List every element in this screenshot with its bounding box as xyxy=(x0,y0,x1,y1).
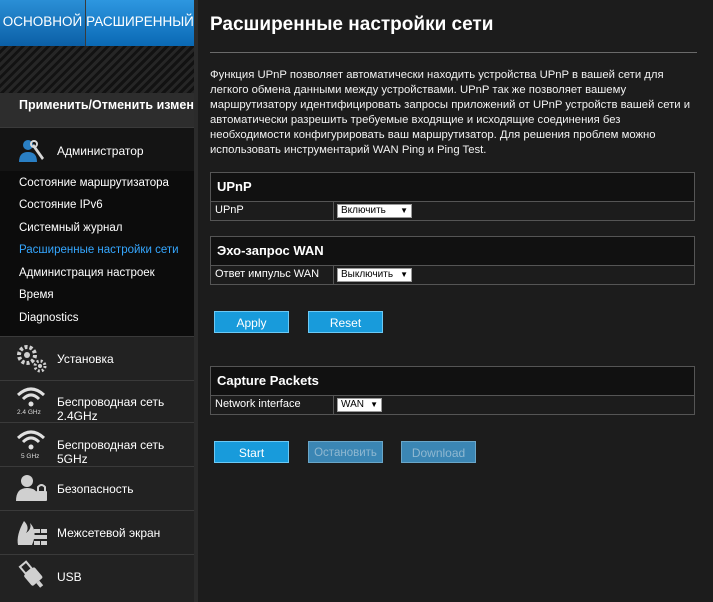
sidebar-section-wireless-5[interactable]: 5 GHz Беспроводная сеть 5GHz xyxy=(0,422,194,466)
sidebar-item-ipv6-status[interactable]: Состояние IPv6 xyxy=(19,199,103,211)
row-divider xyxy=(333,396,334,414)
row-divider xyxy=(333,266,334,284)
upnp-panel: UPnP UPnP Включить ▼ xyxy=(210,172,695,221)
sidebar-section-label: Беспроводная сеть 5GHz xyxy=(57,438,165,466)
download-button[interactable]: Download xyxy=(401,441,476,463)
main-content: Расширенные настройки сети Функция UPnP … xyxy=(198,0,713,602)
band-badge: 5 GHz xyxy=(21,453,40,460)
sidebar-section-label: Межсетевой экран xyxy=(57,526,161,540)
dropdown-arrow-icon: ▼ xyxy=(400,206,408,215)
wan-ping-panel: Эхо-запрос WAN Ответ импульс WAN Выключи… xyxy=(210,236,695,285)
sidebar-item-time[interactable]: Время xyxy=(19,289,54,301)
sidebar: ОСНОВНОЙ РАСШИРЕННЫЙ Применить/Отменить … xyxy=(0,0,223,602)
row-divider xyxy=(333,202,334,220)
wan-ping-select-value: Выключить xyxy=(341,269,394,280)
capture-header: Capture Packets xyxy=(211,367,694,396)
sidebar-section-label: USB xyxy=(57,570,82,584)
wan-ping-label: Ответ импульс WAN xyxy=(215,268,320,280)
usb-plug-icon xyxy=(16,559,48,596)
sidebar-item-system-log[interactable]: Системный журнал xyxy=(19,222,122,234)
admin-tools-icon xyxy=(16,136,46,169)
gears-icon xyxy=(16,344,48,379)
sidebar-item-router-status[interactable]: Состояние маршрутизатора xyxy=(19,177,169,189)
tab-basic[interactable]: ОСНОВНОЙ xyxy=(0,0,86,46)
capture-panel: Capture Packets Network interface WAN ▼ xyxy=(210,366,695,415)
sidebar-section-label: Беспроводная сеть 2.4GHz xyxy=(57,395,165,423)
upnp-select[interactable]: Включить ▼ xyxy=(337,204,412,218)
sidebar-section-usb[interactable]: USB xyxy=(0,554,194,602)
upnp-header: UPnP xyxy=(211,173,694,202)
page-description: Функция UPnP позволяет автоматически нах… xyxy=(210,69,691,156)
sidebar-section-label: Администратор xyxy=(57,144,144,158)
network-interface-select[interactable]: WAN ▼ xyxy=(337,398,382,412)
user-lock-icon xyxy=(16,473,48,508)
sidebar-section-wireless-24[interactable]: 2.4 GHz Беспроводная сеть 2.4GHz xyxy=(0,380,194,423)
reset-button[interactable]: Reset xyxy=(308,311,383,333)
sidebar-section-security[interactable]: Безопасность xyxy=(0,466,194,510)
stop-button[interactable]: Остановить xyxy=(308,441,383,463)
wifi-icon xyxy=(16,429,46,456)
apply-button[interactable]: Apply xyxy=(214,311,289,333)
sidebar-section-label: Установка xyxy=(57,352,114,366)
tab-advanced[interactable]: РАСШИРЕННЫЙ xyxy=(86,0,194,46)
decorative-stripe xyxy=(0,46,194,93)
dropdown-arrow-icon: ▼ xyxy=(400,270,408,279)
dropdown-arrow-icon: ▼ xyxy=(370,400,378,409)
wan-ping-header: Эхо-запрос WAN xyxy=(211,237,694,266)
sidebar-item-diagnostics[interactable]: Diagnostics xyxy=(19,312,78,324)
start-button[interactable]: Start xyxy=(214,441,289,463)
page-title: Расширенные настройки сети xyxy=(210,14,494,35)
upnp-select-value: Включить xyxy=(341,205,386,216)
network-interface-value: WAN xyxy=(341,399,364,410)
sidebar-item-settings-admin[interactable]: Администрация настроек xyxy=(19,267,155,279)
firewall-icon xyxy=(16,519,48,552)
wan-ping-select[interactable]: Выключить ▼ xyxy=(337,268,412,282)
sidebar-section-label: Безопасность xyxy=(57,482,134,496)
network-interface-label: Network interface xyxy=(215,398,301,410)
band-badge: 2.4 GHz xyxy=(17,409,41,416)
title-divider xyxy=(210,52,697,53)
upnp-label: UPnP xyxy=(215,204,244,216)
sidebar-item-advanced-network[interactable]: Расширенные настройки сети xyxy=(19,244,179,256)
apply-changes-link[interactable]: Применить/Отменить изменения xyxy=(0,93,223,127)
sidebar-section-admin[interactable]: Администратор xyxy=(0,127,202,171)
sidebar-section-firewall[interactable]: Межсетевой экран xyxy=(0,510,194,554)
sidebar-section-setup[interactable]: Установка xyxy=(0,336,194,380)
